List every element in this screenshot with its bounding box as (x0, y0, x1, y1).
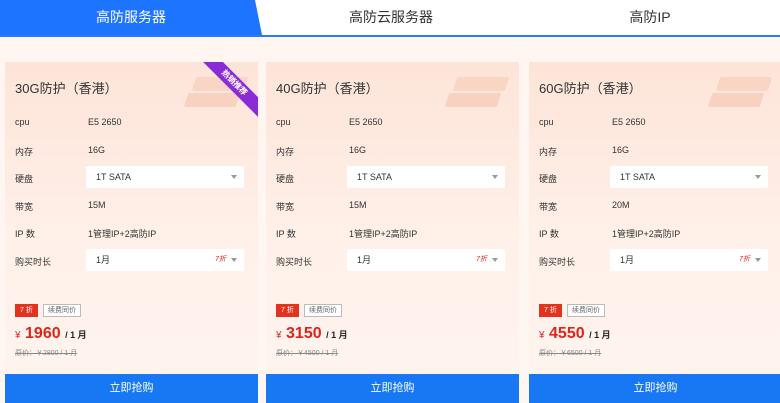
cpu-label: cpu (15, 117, 30, 127)
tab-high-defense-cloud-server[interactable]: 高防云服务器 (262, 0, 520, 35)
memory-value: 16G (612, 145, 630, 155)
cpu-value: E5 2650 (349, 117, 383, 127)
price-unit: / 1 月 (589, 330, 611, 340)
duration-select[interactable]: 1月 7折 (347, 249, 505, 271)
card-title: 30G防护（香港） (15, 81, 118, 96)
memory-value: 16G (349, 145, 367, 155)
discount-badge: 7 折 (276, 304, 299, 317)
cpu-label: cpu (276, 117, 291, 127)
duration-discount: 7折 (215, 256, 226, 263)
duration-label: 购买时长 (539, 257, 576, 267)
disk-select[interactable]: 1T SATA (610, 166, 768, 188)
duration-select[interactable]: 1月 7折 (86, 249, 244, 271)
chevron-down-icon (492, 258, 498, 262)
ip-value: 1管理IP+2高防IP (88, 229, 157, 239)
original-price: 原价：￥4500 / 1 月 (276, 350, 339, 357)
price-unit: / 1 月 (65, 330, 87, 340)
server-illustration (443, 72, 513, 117)
disk-label: 硬盘 (15, 174, 34, 184)
ip-label: IP 数 (276, 229, 296, 239)
product-card-30g: 热销推荐 30G防护（香港） cpu E5 2650 内存 16G 硬盘 1T … (5, 62, 258, 403)
chevron-down-icon (755, 175, 761, 179)
price-value: 1960 (25, 325, 61, 342)
chevron-down-icon (492, 175, 498, 179)
chevron-down-icon (755, 258, 761, 262)
original-price: 原价：￥2800 / 1 月 (15, 350, 78, 357)
disk-select-value: 1T SATA (620, 172, 656, 182)
bandwidth-label: 带宽 (539, 202, 558, 212)
disk-label: 硬盘 (276, 174, 295, 184)
bandwidth-value: 15M (88, 200, 106, 210)
ip-value: 1管理IP+2高防IP (612, 229, 681, 239)
product-card-40g: 40G防护（香港） cpu E5 2650 内存 16G 硬盘 1T SATA … (266, 62, 519, 403)
product-card-60g: 60G防护（香港） cpu E5 2650 内存 16G 硬盘 1T SATA … (529, 62, 780, 403)
tab-high-defense-ip[interactable]: 高防IP (520, 0, 780, 35)
price: ¥ 3150 / 1 月 (276, 325, 348, 343)
disk-select[interactable]: 1T SATA (347, 166, 505, 188)
original-price: 原价：￥6500 / 1 月 (539, 350, 602, 357)
memory-label: 内存 (276, 147, 295, 157)
memory-label: 内存 (15, 147, 34, 157)
memory-label: 内存 (539, 147, 558, 157)
discount-badge: 7 折 (15, 304, 38, 317)
price: ¥ 4550 / 1 月 (539, 325, 611, 343)
bandwidth-label: 带宽 (15, 202, 34, 212)
product-tabs: 高防服务器 高防云服务器 高防IP (0, 0, 780, 37)
server-illustration (706, 72, 776, 117)
bandwidth-value: 20M (612, 200, 630, 210)
discount-badge: 7 折 (539, 304, 562, 317)
currency-symbol: ¥ (276, 330, 282, 341)
currency-symbol: ¥ (539, 330, 545, 341)
chevron-down-icon (231, 258, 237, 262)
cpu-value: E5 2650 (612, 117, 646, 127)
bandwidth-value: 15M (349, 200, 367, 210)
duration-select-value: 1月 (357, 255, 372, 265)
duration-discount: 7折 (476, 256, 487, 263)
cpu-value: E5 2650 (88, 117, 122, 127)
renew-badge: 续费同价 (304, 304, 342, 317)
renew-badge: 续费同价 (43, 304, 81, 317)
price-value: 4550 (549, 325, 585, 342)
ip-value: 1管理IP+2高防IP (349, 229, 418, 239)
card-title: 60G防护（香港） (539, 81, 642, 96)
ip-label: IP 数 (539, 229, 559, 239)
buy-now-button[interactable]: 立即抢购 (5, 374, 258, 403)
duration-select-value: 1月 (96, 255, 111, 265)
price-unit: / 1 月 (326, 330, 348, 340)
renew-badge: 续费同价 (567, 304, 605, 317)
chevron-down-icon (231, 175, 237, 179)
tab-high-defense-server[interactable]: 高防服务器 (0, 0, 262, 35)
disk-label: 硬盘 (539, 174, 558, 184)
disk-select-value: 1T SATA (357, 172, 393, 182)
price-value: 3150 (286, 325, 322, 342)
cpu-label: cpu (539, 117, 554, 127)
duration-discount: 7折 (739, 256, 750, 263)
price: ¥ 1960 / 1 月 (15, 325, 87, 343)
disk-select-value: 1T SATA (96, 172, 132, 182)
duration-label: 购买时长 (15, 257, 52, 267)
disk-select[interactable]: 1T SATA (86, 166, 244, 188)
duration-select-value: 1月 (620, 255, 635, 265)
buy-now-button[interactable]: 立即抢购 (266, 374, 519, 403)
currency-symbol: ¥ (15, 330, 21, 341)
ip-label: IP 数 (15, 229, 35, 239)
duration-select[interactable]: 1月 7折 (610, 249, 768, 271)
card-title: 40G防护（香港） (276, 81, 379, 96)
duration-label: 购买时长 (276, 257, 313, 267)
buy-now-button[interactable]: 立即抢购 (529, 374, 780, 403)
bandwidth-label: 带宽 (276, 202, 295, 212)
memory-value: 16G (88, 145, 106, 155)
